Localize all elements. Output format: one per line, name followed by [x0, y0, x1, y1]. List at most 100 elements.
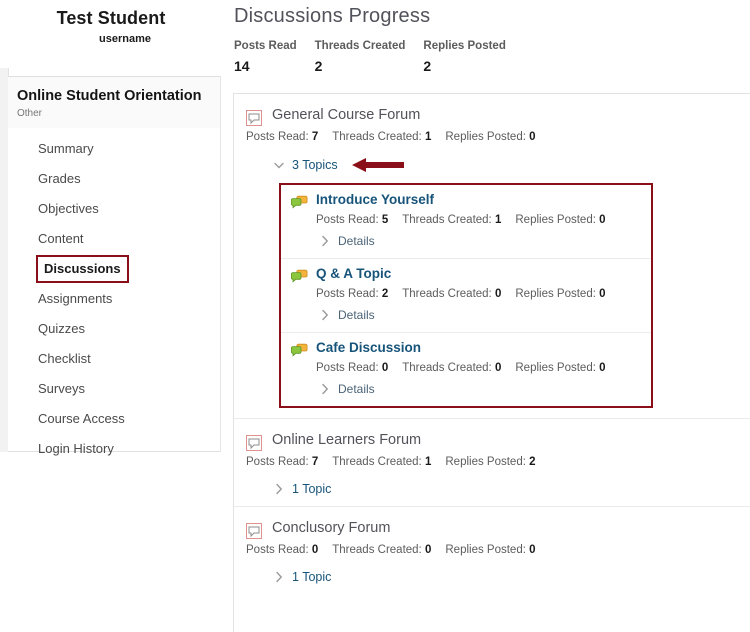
- topic-metrics: Posts Read: 2 Threads Created: 0 Replies P…: [316, 288, 651, 300]
- forum-bubble-icon: [246, 523, 262, 539]
- topic-bubbles-icon: [290, 343, 308, 358]
- forum-topics-toggle-label[interactable]: 3 Topics: [292, 158, 338, 172]
- metric-label-threads-created: Threads Created:: [332, 544, 422, 556]
- metric-value-replies-posted: 0: [599, 362, 606, 374]
- topic-details-toggle[interactable]: Details: [318, 308, 651, 322]
- page-title: Discussions Progress: [234, 5, 431, 27]
- topic-title[interactable]: Q & A Topic: [316, 266, 391, 282]
- chevron-right-icon: [272, 570, 286, 584]
- summary-stat: Posts Read 14: [234, 40, 297, 74]
- sidebar-item-checklist[interactable]: Checklist: [8, 344, 220, 374]
- course-title: Online Student Orientation: [17, 88, 202, 104]
- summary-stat: Replies Posted 2: [423, 40, 505, 74]
- user-handle: username: [99, 33, 151, 45]
- metric-label-replies-posted: Replies Posted:: [445, 456, 526, 468]
- forum-threads-created: Threads Created: 1: [332, 456, 431, 468]
- sidebar-item-assignments[interactable]: Assignments: [8, 284, 220, 314]
- topic-row: Q & A Topic Posts Read: 2 Threads Created:…: [281, 258, 651, 332]
- topic-details-label[interactable]: Details: [338, 308, 375, 322]
- topic-header: Introduce Yourself: [290, 192, 651, 210]
- topic-posts-read: Posts Read: 0: [316, 362, 388, 374]
- chevron-right-icon: [318, 382, 332, 396]
- metric-value-threads-created: 1: [424, 456, 432, 468]
- forum-bubble-icon: [246, 110, 262, 126]
- forum-topics-toggle[interactable]: 1 Topic: [246, 482, 750, 496]
- user-identity-block: Test Student username: [0, 0, 222, 45]
- metric-label-posts-read: Posts Read:: [316, 362, 379, 374]
- forum-title[interactable]: General Course Forum: [272, 107, 420, 124]
- forum-posts-read: Posts Read: 7: [246, 456, 318, 468]
- metric-value-threads-created: 0: [424, 544, 432, 556]
- topic-details-label[interactable]: Details: [338, 234, 375, 248]
- topic-title[interactable]: Introduce Yourself: [316, 192, 434, 208]
- topic-threads-created: Threads Created: 0: [402, 288, 501, 300]
- forum-header: Conclusory Forum: [246, 520, 750, 539]
- topic-threads-created: Threads Created: 0: [402, 362, 501, 374]
- metric-label-replies-posted: Replies Posted:: [515, 214, 596, 226]
- forums-panel: General Course Forum Posts Read: 7 Threads…: [233, 93, 750, 632]
- metric-label-threads-created: Threads Created:: [402, 362, 492, 374]
- sidebar-item-login-history[interactable]: Login History: [8, 434, 220, 464]
- forum-metrics: Posts Read: 7 Threads Created: 1 Replies P…: [246, 456, 750, 468]
- forum-topics-toggle[interactable]: 3 Topics: [246, 157, 750, 173]
- forum-topics-toggle-label[interactable]: 1 Topic: [292, 570, 331, 584]
- metric-value-posts-read: 0: [311, 544, 319, 556]
- chevron-right-icon: [272, 482, 286, 496]
- sidebar-item-surveys[interactable]: Surveys: [8, 374, 220, 404]
- topic-header: Q & A Topic: [290, 266, 651, 284]
- topic-row: Introduce Yourself Posts Read: 5 Threads C…: [281, 185, 651, 258]
- forum-topics-toggle[interactable]: 1 Topic: [246, 570, 750, 584]
- sidebar-item-summary[interactable]: Summary: [8, 134, 220, 164]
- topic-posts-read: Posts Read: 5: [316, 214, 388, 226]
- topic-replies-posted: Replies Posted: 0: [515, 214, 605, 226]
- topic-details-label[interactable]: Details: [338, 382, 375, 396]
- forum-title-block: Conclusory Forum: [272, 520, 390, 537]
- summary-stat-value: 14: [234, 58, 250, 74]
- forum-topics-toggle-label[interactable]: 1 Topic: [292, 482, 331, 496]
- course-subtitle: Other: [17, 108, 43, 120]
- sidebar: Test Student username Online Student Ori…: [0, 0, 222, 632]
- topic-details-toggle[interactable]: Details: [318, 382, 651, 396]
- topic-replies-posted: Replies Posted: 0: [515, 288, 605, 300]
- page-root: Test Student username Online Student Ori…: [0, 0, 750, 632]
- forum-metrics: Posts Read: 7 Threads Created: 1 Replies P…: [246, 131, 750, 143]
- sidebar-item-quizzes[interactable]: Quizzes: [8, 314, 220, 344]
- forum-metrics: Posts Read: 0 Threads Created: 0 Replies P…: [246, 544, 750, 556]
- sidebar-item-discussions[interactable]: Discussions: [36, 255, 129, 283]
- metric-label-posts-read: Posts Read:: [316, 214, 379, 226]
- forum-row: Conclusory Forum Posts Read: 0 Threads Cre…: [234, 506, 750, 594]
- forum-title-block: Online Learners Forum: [272, 432, 421, 449]
- metric-label-replies-posted: Replies Posted:: [515, 288, 596, 300]
- topic-replies-posted: Replies Posted: 0: [515, 362, 605, 374]
- forum-title[interactable]: Online Learners Forum: [272, 432, 421, 449]
- sidebar-item-course-access[interactable]: Course Access: [8, 404, 220, 434]
- forum-header: General Course Forum: [246, 107, 750, 126]
- summary-stat: Threads Created 2: [315, 40, 406, 74]
- forum-title-block: General Course Forum: [272, 107, 420, 124]
- user-name: Test Student: [56, 8, 166, 28]
- annotation-arrow-left-icon: [351, 157, 404, 173]
- metric-value-replies-posted: 0: [529, 131, 536, 143]
- sidebar-nav: Summary Grades Objectives Content Discussion…: [8, 128, 221, 456]
- chevron-right-icon: [318, 308, 332, 322]
- metric-label-replies-posted: Replies Posted:: [445, 544, 526, 556]
- sidebar-item-grades[interactable]: Grades: [8, 164, 220, 194]
- sidebar-item-content[interactable]: Content: [8, 224, 220, 254]
- topic-header: Cafe Discussion: [290, 340, 651, 358]
- forum-replies-posted: Replies Posted: 0: [445, 131, 535, 143]
- forum-posts-read: Posts Read: 0: [246, 544, 318, 556]
- metric-label-posts-read: Posts Read:: [246, 544, 309, 556]
- forum-row: Online Learners Forum Posts Read: 7 Thread…: [234, 418, 750, 506]
- topic-details-toggle[interactable]: Details: [318, 234, 651, 248]
- summary-stats: Posts Read 14 Threads Created 2 Replies Post…: [234, 40, 524, 74]
- forum-bubble-icon: [246, 435, 262, 451]
- topic-bubbles-icon: [290, 195, 308, 210]
- metric-value-replies-posted: 0: [529, 544, 536, 556]
- sidebar-item-objectives[interactable]: Objectives: [8, 194, 220, 224]
- forum-title[interactable]: Conclusory Forum: [272, 520, 390, 537]
- course-header[interactable]: Online Student Orientation Other: [8, 76, 221, 130]
- metric-value-posts-read: 5: [381, 214, 389, 226]
- main-content: Discussions Progress Posts Read 14 Threads…: [222, 0, 750, 632]
- topic-title[interactable]: Cafe Discussion: [316, 340, 421, 356]
- chevron-down-icon: [272, 158, 286, 172]
